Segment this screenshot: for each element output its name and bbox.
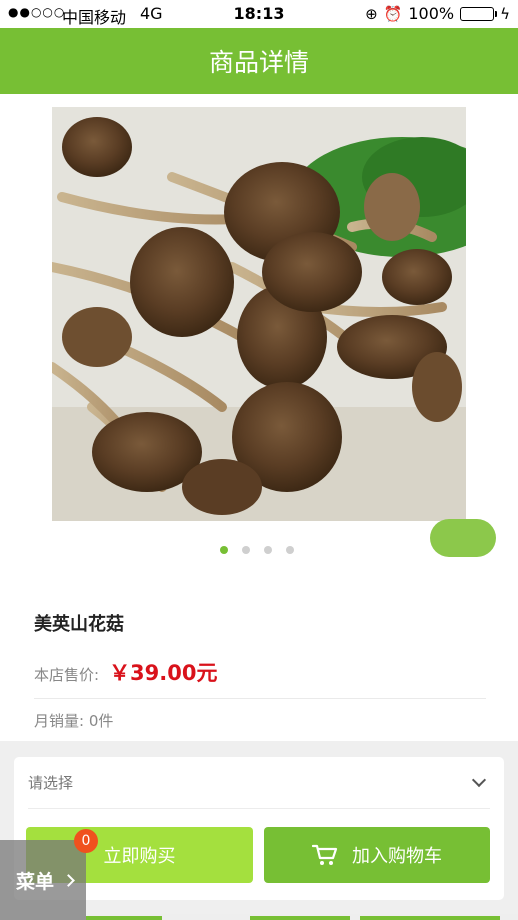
price-row: 本店售价: ￥39.00元 [34,657,218,687]
page-title: 商品详情 [208,48,309,77]
gallery-pagination [220,546,294,554]
alarm-icon: ⏰ [383,4,403,23]
share-button[interactable] [430,519,496,557]
product-name: 美英山花菇 [34,614,124,635]
menu-label: 菜单 [16,870,55,893]
option-select-label: 请选择 [28,774,74,792]
battery-icon [460,6,498,21]
add-to-cart-label: 加入购物车 [352,846,442,867]
chevron-down-icon [471,772,487,787]
battery-percent: 100% [408,4,455,23]
product-image[interactable] [52,107,466,521]
product-photo [52,107,466,521]
cart-icon [312,844,338,865]
pagination-dot[interactable] [264,546,272,554]
cart-count-badge: 0 [74,829,98,853]
price-label: 本店售价: [34,666,100,684]
floating-menu-button[interactable]: 菜单 [0,840,86,920]
option-select[interactable]: 请选择 [28,757,490,809]
chevron-right-icon [62,873,75,887]
rotation-lock-icon: ⊕ [365,4,378,23]
divider [34,698,486,699]
page-header: 商品详情 [0,28,518,94]
charging-icon: ϟ [500,4,510,23]
price-value: ￥39.00元 [109,661,218,685]
add-to-cart-button[interactable]: 加入购物车 [264,827,490,883]
buy-now-label: 立即购买 [103,846,176,867]
monthly-sales: 月销量: 0件 [34,712,114,730]
pagination-dot[interactable] [286,546,294,554]
pagination-dot[interactable] [242,546,250,554]
status-bar: ●●○○○ 中国移动 4G 18:13 ⊕ ⏰ 100% ϟ [0,0,518,28]
pagination-dot-active[interactable] [220,546,228,554]
